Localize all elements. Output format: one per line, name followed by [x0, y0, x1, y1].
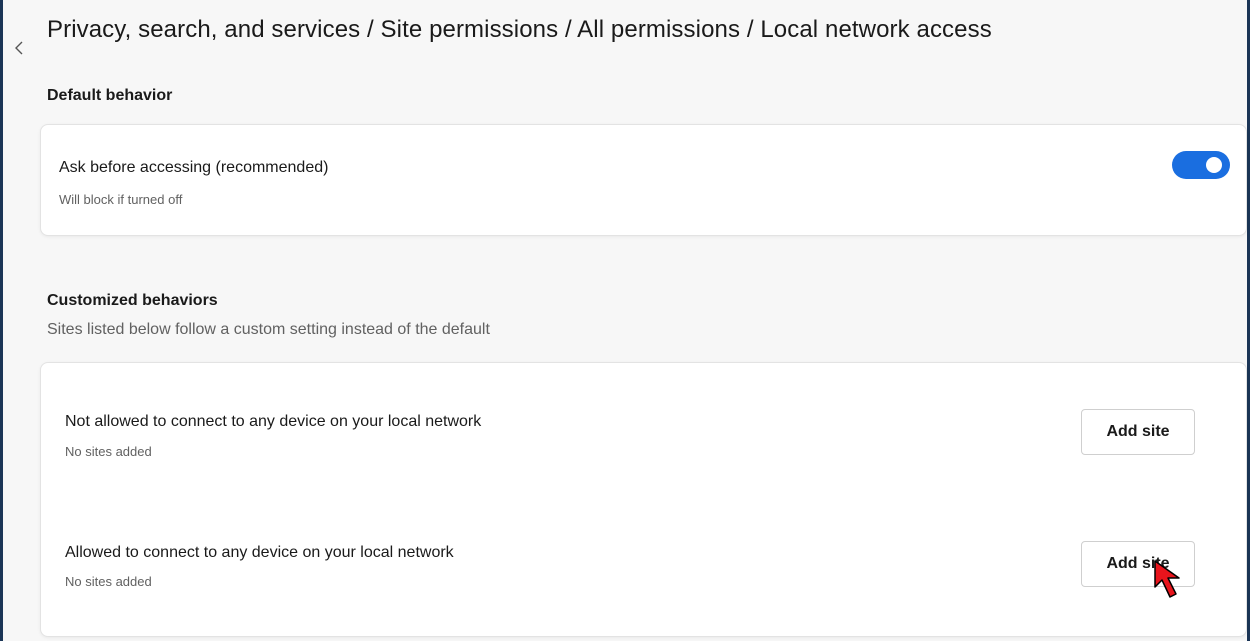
- chevron-left-icon: [15, 41, 23, 55]
- allowed-status: No sites added: [65, 574, 152, 589]
- not-allowed-status: No sites added: [65, 444, 152, 459]
- customized-behaviors-subheading: Sites listed below follow a custom setti…: [47, 321, 490, 338]
- not-allowed-label: Not allowed to connect to any device on …: [65, 413, 482, 430]
- default-behavior-card: Ask before accessing (recommended) Will …: [40, 124, 1247, 236]
- page-title: Privacy, search, and services / Site per…: [47, 16, 992, 43]
- window-border-left: [0, 0, 3, 641]
- ask-before-accessing-label: Ask before accessing (recommended): [59, 159, 329, 176]
- toggle-knob: [1206, 157, 1222, 173]
- allowed-label: Allowed to connect to any device on your…: [65, 544, 454, 561]
- add-site-not-allowed-button[interactable]: Add site: [1081, 409, 1195, 455]
- customized-behaviors-heading: Customized behaviors: [47, 292, 218, 309]
- ask-before-accessing-toggle[interactable]: [1172, 151, 1230, 179]
- customized-behaviors-card: Not allowed to connect to any device on …: [40, 362, 1247, 637]
- default-behavior-heading: Default behavior: [47, 87, 173, 104]
- add-site-allowed-button[interactable]: Add site: [1081, 541, 1195, 587]
- ask-before-accessing-description: Will block if turned off: [59, 192, 183, 207]
- back-button[interactable]: [12, 38, 26, 58]
